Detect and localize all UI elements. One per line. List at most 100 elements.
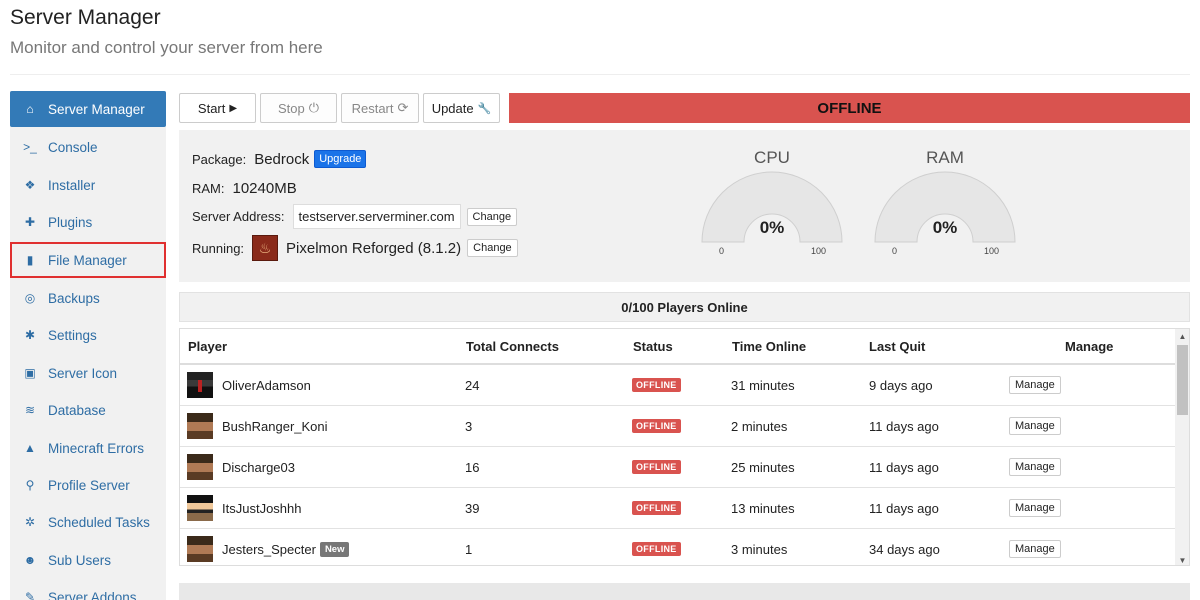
start-button[interactable]: Start ▶ [179,93,256,123]
player-cell: ItsJustJoshhh [187,488,302,528]
sidebar-item-server-manager[interactable]: ⌂ Server Manager [10,91,166,127]
restart-button[interactable]: Restart ⟳ [341,93,419,123]
sidebar-item-installer[interactable]: ❖ Installer [10,167,166,203]
scroll-down-arrow-icon[interactable]: ▼ [1175,553,1189,565]
sidebar-item-label: Minecraft Errors [48,440,145,456]
column-header-total-connects: Total Connects [466,338,559,354]
sidebar-nav: ⌂ Server Manager >_ Console ❖ Installer … [10,91,166,600]
scroll-up-arrow-icon[interactable]: ▲ [1175,329,1189,343]
cpu-gauge: CPU 0% 0 100 [697,148,847,258]
sidebar-item-minecraft-errors[interactable]: ▲ Minecraft Errors [10,430,166,466]
table-row: BushRanger_Koni 3 OFFLINE 2 minutes 11 d… [180,406,1175,447]
bottom-panel [179,583,1190,600]
cpu-gauge-max: 100 [811,246,827,256]
table-row: Discharge03 16 OFFLINE 25 minutes 11 day… [180,447,1175,488]
upgrade-button[interactable]: Upgrade [314,150,367,168]
running-value: Pixelmon Reforged (8.1.2) [286,239,462,257]
sidebar-item-backups[interactable]: ◎ Backups [10,280,166,316]
sidebar-item-label: Backups [48,290,100,306]
status-badge: OFFLINE [632,542,681,556]
sidebar-item-settings[interactable]: ✱ Settings [10,317,166,353]
player-name: BushRanger_Koni [222,418,328,434]
image-icon: ▣ [24,366,36,380]
scrollbar-thumb[interactable] [1177,345,1188,415]
last-quit-cell: 34 days ago [869,541,940,557]
manage-cell: Manage [1009,488,1061,528]
server-status-banner: OFFLINE [509,93,1190,123]
gear-icon: ✱ [24,328,36,342]
terminal-icon: >_ [23,140,37,154]
update-button[interactable]: Update 🔧 [423,93,500,123]
sidebar-item-label: Installer [48,177,96,193]
column-header-player: Player [188,338,228,354]
wrench-icon: 🔧 [477,102,492,115]
new-player-badge: New [319,541,350,557]
sidebar-item-server-addons[interactable]: ✎ Server Addons [10,579,166,600]
manage-player-button[interactable]: Manage [1009,458,1061,476]
sidebar-item-file-manager[interactable]: ▮ File Manager [10,242,166,278]
status-cell: OFFLINE [632,529,681,565]
server-info-panel: Package: Bedrock Upgrade RAM: 10240MB Se… [179,130,1190,282]
players-table: Player Total Connects Status Time Online… [179,328,1190,566]
cpu-gauge-value: 0% [759,218,785,237]
change-modpack-button[interactable]: Change [467,239,518,257]
status-badge: OFFLINE [632,501,681,515]
manage-player-button[interactable]: Manage [1009,376,1061,394]
manage-player-button[interactable]: Manage [1009,540,1061,558]
player-avatar [187,413,213,439]
total-connects-cell: 3 [465,418,473,434]
power-icon: ⏻ [308,100,320,115]
page-title: Server Manager [10,6,161,29]
database-icon: ≋ [24,403,36,417]
sidebar-item-scheduled-tasks[interactable]: ✲ Scheduled Tasks [10,504,166,540]
change-address-button[interactable]: Change [466,207,518,226]
sidebar-item-plugins[interactable]: ✚ Plugins [10,204,166,240]
total-connects-cell: 39 [465,500,480,516]
address-row: Server Address: testserver.serverminer.c… [192,204,518,229]
status-cell: OFFLINE [632,488,681,528]
last-quit-cell: 9 days ago [869,377,933,393]
manage-player-button[interactable]: Manage [1009,417,1061,435]
play-icon: ▶ [229,102,238,114]
last-quit-cell: 11 days ago [869,459,939,475]
pixelmon-logo-icon: ♨ [252,235,279,261]
manage-player-button[interactable]: Manage [1009,499,1061,517]
manage-cell: Manage [1009,447,1061,487]
status-cell: OFFLINE [632,447,681,487]
time-online-cell: 13 minutes [731,500,795,516]
file-icon: ▮ [26,253,34,267]
table-row: Jesters_Specter New 1 OFFLINE 3 minutes … [180,529,1175,565]
column-header-status: Status [633,338,673,354]
server-address-field[interactable]: testserver.serverminer.com [292,204,461,229]
cubes-icon: ❖ [24,178,36,192]
table-scrollbar[interactable]: ▲ ▼ [1175,329,1189,565]
sidebar-item-label: Console [48,139,98,155]
sidebar-item-console[interactable]: >_ Console [10,129,166,165]
status-cell: OFFLINE [632,406,681,446]
sidebar-item-server-icon[interactable]: ▣ Server Icon [10,355,166,391]
total-connects-cell: 1 [465,541,473,557]
sidebar-item-database[interactable]: ≋ Database [10,392,166,428]
warning-icon: ▲ [24,441,36,455]
package-label: Package: [192,151,247,167]
sidebar-item-label: Scheduled Tasks [48,514,150,530]
total-connects-cell: 24 [465,377,480,393]
sidebar-item-profile-server[interactable]: ⚲ Profile Server [10,467,166,503]
status-cell: OFFLINE [632,365,681,405]
ram-gauge-title: RAM [926,148,964,167]
stop-button[interactable]: Stop ⏻ [260,93,337,123]
lifebuoy-icon: ◎ [24,291,36,305]
ram-gauge-max: 100 [984,246,1000,256]
ram-gauge-arc [874,171,1016,243]
cpu-gauge-arc [701,171,843,243]
status-badge: OFFLINE [632,460,681,474]
player-cell: Jesters_Specter New [187,529,350,565]
sidebar-item-label: Server Manager [48,101,145,117]
page-subtitle: Monitor and control your server from her… [10,38,323,57]
sidebar-item-label: Profile Server [48,477,130,493]
ram-gauge-value: 0% [932,218,958,237]
last-quit-cell: 11 days ago [869,418,939,434]
users-icon: ☻ [23,553,37,567]
table-row: ItsJustJoshhh 39 OFFLINE 13 minutes 11 d… [180,488,1175,529]
sidebar-item-sub-users[interactable]: ☻ Sub Users [10,542,166,578]
